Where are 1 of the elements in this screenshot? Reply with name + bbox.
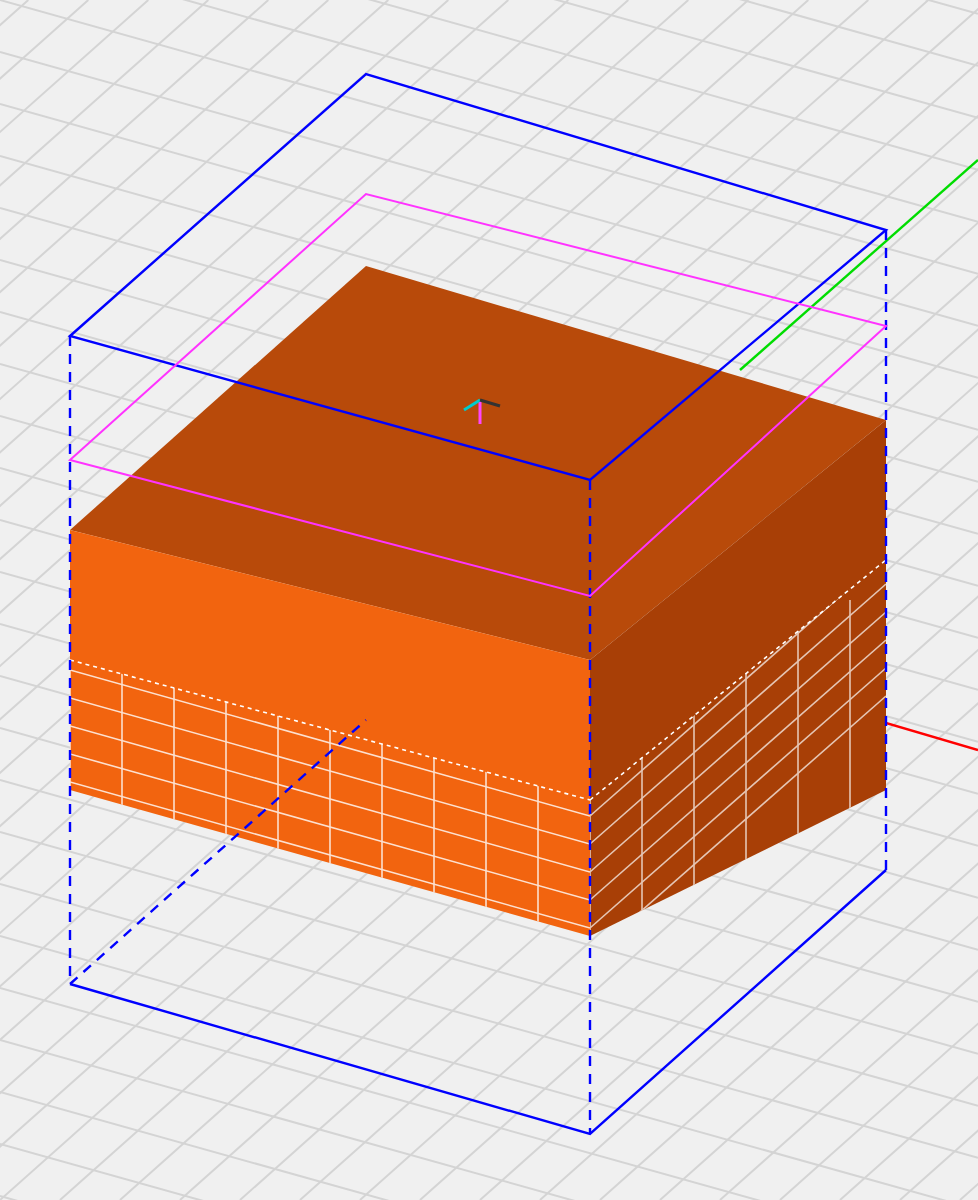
axis-gizmo-icon — [463, 398, 501, 424]
